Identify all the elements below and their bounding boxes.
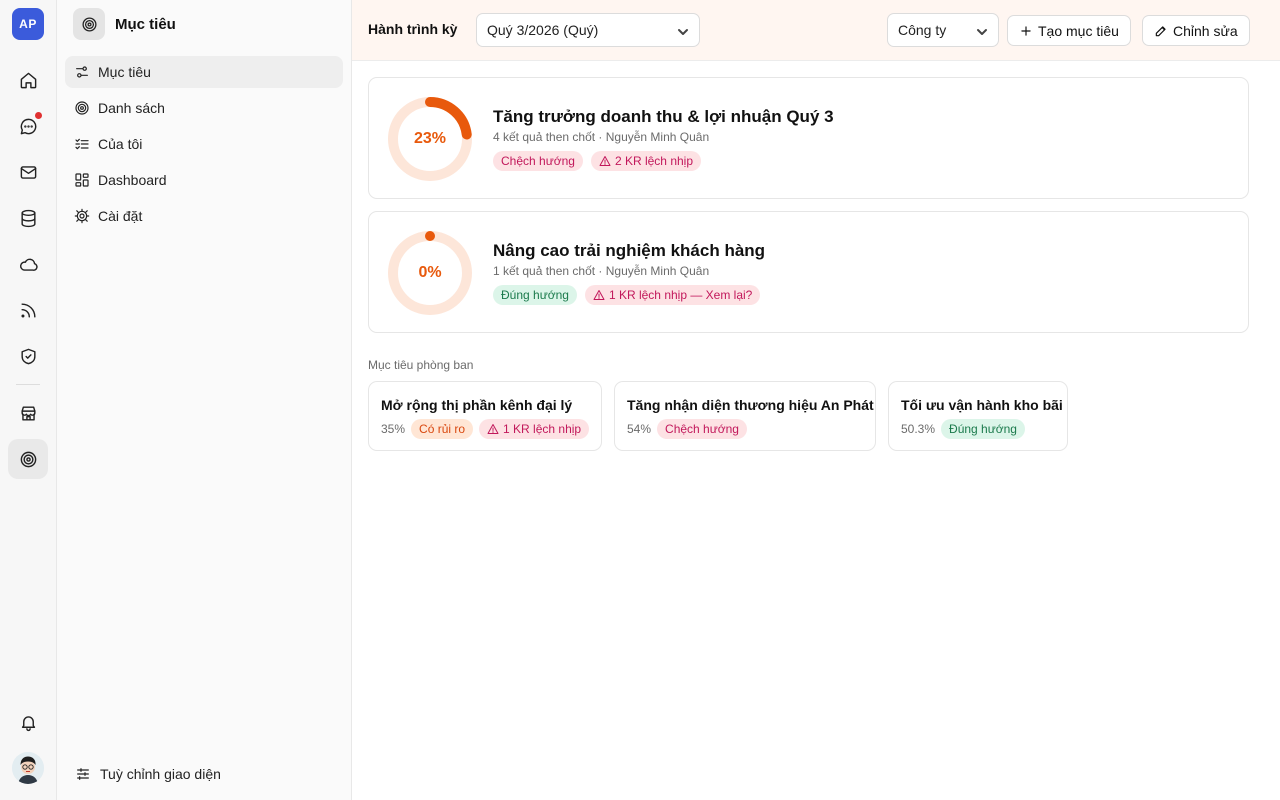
kr-alert-label: 1 KR lệch nhịp [503, 422, 582, 436]
kr-alert-label: 2 KR lệch nhịp [614, 154, 693, 168]
status-badge: Đúng hướng [493, 285, 577, 305]
department-objective-row: 54% Chệch hướng [627, 419, 747, 439]
department-objective-title: Tăng nhận diện thương hiệu An Phát [627, 397, 874, 413]
kr-alert-badge[interactable]: 1 KR lệch nhịp — Xem lại? [584, 285, 761, 305]
objective-tags: Chệch hướng 2 KR lệch nhịp [493, 151, 701, 171]
target-icon [75, 101, 89, 115]
database-icon[interactable] [14, 204, 42, 232]
kr-alert-badge: 2 KR lệch nhịp [590, 151, 701, 171]
create-objective-button[interactable]: Tạo mục tiêu [1007, 15, 1131, 46]
progress-percent: 0% [418, 264, 442, 281]
bell-icon[interactable] [14, 708, 42, 736]
shield-icon[interactable] [14, 342, 42, 370]
home-icon[interactable] [14, 66, 42, 94]
scope-select[interactable]: Công ty [887, 13, 999, 47]
target-icon [73, 8, 105, 40]
store-icon[interactable] [14, 399, 42, 427]
department-objective-card[interactable]: Tối ưu vận hành kho bãi 50.3% Đúng hướng [888, 381, 1068, 451]
grid-icon [75, 173, 89, 187]
cloud-icon[interactable] [14, 250, 42, 278]
sidebar-header: Mục tiêu [73, 8, 176, 40]
notification-dot [35, 112, 42, 119]
sidebar-item-cua-toi[interactable]: Của tôi [65, 128, 343, 160]
checklist-icon [75, 138, 89, 150]
sidebar-item-dashboard[interactable]: Dashboard [65, 164, 343, 196]
main-content: Hành trình kỳ Quý 3/2026 (Quý) Công ty T… [352, 0, 1280, 800]
progress-percent: 23% [413, 130, 447, 147]
avatar[interactable] [12, 752, 44, 784]
pencil-icon [1155, 25, 1166, 36]
customize-ui-button[interactable]: Tuỳ chỉnh giao diện [75, 766, 221, 782]
sidebar-item-label: Danh sách [98, 100, 165, 116]
department-objective-row: 35% Có rủi ro 1 KR lệch nhịp [381, 419, 590, 439]
plus-icon [1021, 25, 1031, 36]
top-toolbar: Hành trình kỳ Quý 3/2026 (Quý) Công ty T… [352, 0, 1280, 61]
department-objective-card[interactable]: Mở rộng thị phần kênh đại lý 35% Có rủi … [368, 381, 602, 451]
mail-icon[interactable] [14, 158, 42, 186]
status-badge: Chệch hướng [493, 151, 583, 171]
create-objective-label: Tạo mục tiêu [1038, 22, 1119, 39]
sidebar-nav: Mục tiêu Danh sách Của tôi Dashboard Cài… [65, 56, 343, 236]
warning-icon [599, 156, 611, 166]
rail-divider [16, 384, 40, 385]
period-label: Hành trình kỳ [368, 21, 458, 37]
chevron-down-icon [677, 25, 689, 37]
kr-alert-label: 1 KR lệch nhịp — Xem lại? [608, 288, 753, 302]
period-select-value: Quý 3/2026 (Quý) [487, 22, 599, 38]
objective-card[interactable]: 0% Nâng cao trải nghiệm khách hàng 1 kết… [368, 211, 1249, 333]
objective-meta: 1 kết quả then chốt · Nguyễn Minh Quân [493, 264, 710, 278]
gear-icon [74, 208, 90, 224]
target-icon[interactable] [8, 439, 48, 479]
sidebar-item-muc-tieu[interactable]: Mục tiêu [65, 56, 343, 88]
warning-icon [593, 290, 605, 300]
sidebar-item-label: Mục tiêu [98, 64, 151, 80]
department-objective-percent: 35% [381, 422, 406, 436]
scope-select-value: Công ty [898, 22, 947, 38]
department-section-label: Mục tiêu phòng ban [368, 358, 474, 372]
status-badge: Có rủi ro [411, 419, 474, 439]
chevron-down-icon [976, 25, 988, 37]
sidebar-item-cai-dat[interactable]: Cài đặt [65, 200, 343, 232]
sidebar: Mục tiêu Mục tiêu Danh sách Của tôi Dash… [57, 0, 352, 800]
objective-title[interactable]: Nâng cao trải nghiệm khách hàng [493, 241, 765, 261]
department-objective-row: 50.3% Đúng hướng [901, 419, 1025, 439]
objective-title[interactable]: Tăng trưởng doanh thu & lợi nhuận Quý 3 [493, 107, 834, 127]
department-objective-percent: 50.3% [901, 422, 936, 436]
kr-alert-badge: 1 KR lệch nhịp [479, 419, 590, 439]
department-objective-title: Tối ưu vận hành kho bãi [901, 397, 1063, 413]
department-objective-card[interactable]: Tăng nhận diện thương hiệu An Phát 54% C… [614, 381, 876, 451]
sidebar-title: Mục tiêu [115, 15, 176, 33]
warning-icon [487, 424, 499, 434]
app-logo[interactable]: AP [12, 8, 44, 40]
feed-icon[interactable] [14, 296, 42, 324]
period-select[interactable]: Quý 3/2026 (Quý) [476, 13, 700, 47]
status-badge: Đúng hướng [941, 419, 1025, 439]
sliders-icon [76, 66, 88, 78]
objective-tags: Đúng hướng 1 KR lệch nhịp — Xem lại? [493, 285, 761, 305]
edit-button[interactable]: Chỉnh sửa [1142, 15, 1250, 46]
sidebar-item-label: Dashboard [98, 172, 167, 188]
sliders-icon [77, 768, 89, 780]
department-objective-percent: 54% [627, 422, 652, 436]
status-badge: Chệch hướng [657, 419, 747, 439]
edit-label: Chỉnh sửa [1173, 22, 1238, 39]
department-objective-title: Mở rộng thị phần kênh đại lý [381, 397, 573, 413]
objective-meta: 4 kết quả then chốt · Nguyễn Minh Quân [493, 130, 710, 144]
sidebar-item-label: Cài đặt [98, 208, 143, 224]
app-rail: AP [0, 0, 57, 800]
customize-ui-label: Tuỳ chỉnh giao diện [100, 766, 221, 782]
objective-card[interactable]: 23% Tăng trưởng doanh thu & lợi nhuận Qu… [368, 77, 1249, 199]
sidebar-item-label: Của tôi [98, 136, 143, 152]
sidebar-item-danh-sach[interactable]: Danh sách [65, 92, 343, 124]
